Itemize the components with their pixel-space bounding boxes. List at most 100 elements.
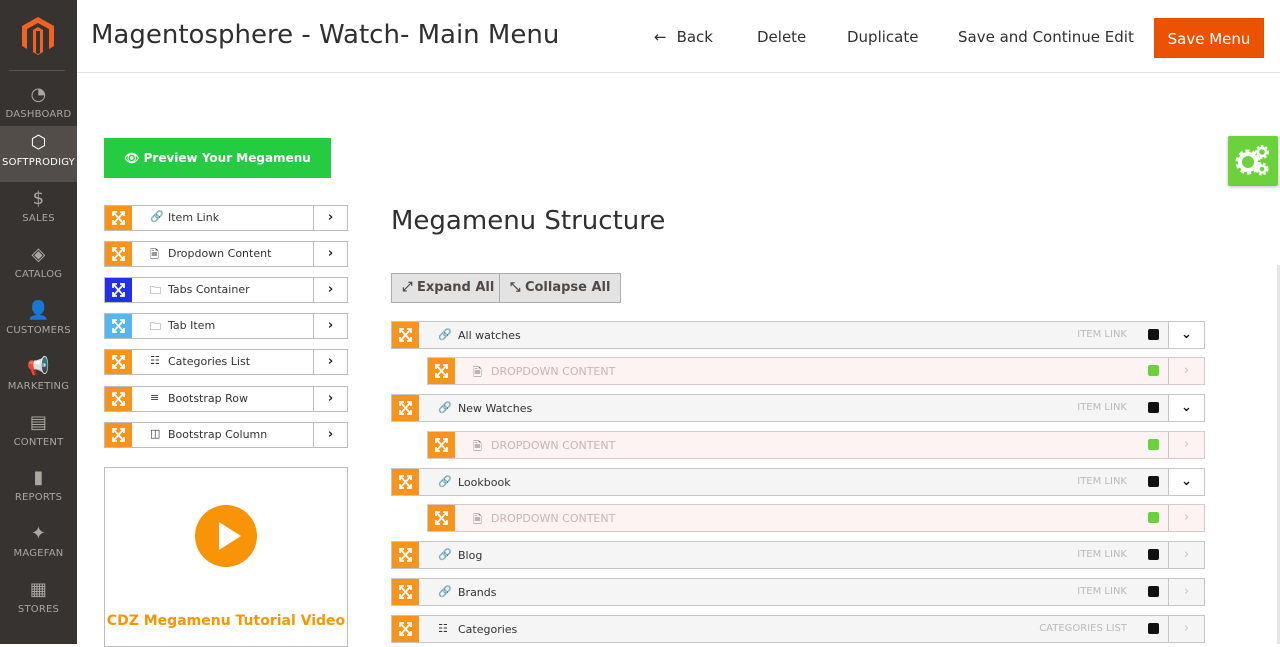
sidebar-item-sales[interactable]: $ SALES <box>0 182 77 238</box>
drag-handle-icon[interactable] <box>392 579 419 605</box>
row-label: DROPDOWN CONTENT <box>491 512 616 525</box>
chevron-right-icon[interactable]: › <box>1168 358 1204 384</box>
drag-handle-icon[interactable] <box>428 358 455 384</box>
chevron-right-icon[interactable]: › <box>313 242 347 266</box>
chevron-right-icon[interactable]: › <box>313 350 347 374</box>
edit-icon[interactable] <box>1148 402 1159 413</box>
tool-label: Bootstrap Column <box>168 428 268 441</box>
row-label: Lookbook <box>458 476 511 489</box>
sidebar-item-magefan[interactable]: ✦ MAGEFAN <box>0 517 77 573</box>
structure-row[interactable]: 🔗 Lookbook ITEM LINK ⌄ <box>391 468 1205 496</box>
preview-label: Preview Your Megamenu <box>143 151 311 165</box>
back-button[interactable]: ← Back <box>654 28 713 46</box>
chevron-right-icon[interactable]: › <box>1168 542 1204 568</box>
sidebar-item-stores[interactable]: ▦ STORES <box>0 573 77 629</box>
structure-row[interactable]: 🔗 New Watches ITEM LINK ⌄ <box>391 394 1205 422</box>
drag-handle-icon[interactable] <box>392 469 419 495</box>
chevron-right-icon[interactable]: › <box>313 387 347 411</box>
chevron-down-icon[interactable]: ⌄ <box>1168 469 1204 495</box>
dollar-icon: $ <box>32 188 45 209</box>
structure-row[interactable]: ☷ Categories CATEGORIES LIST › <box>391 615 1205 643</box>
play-icon[interactable] <box>195 505 257 567</box>
sidebar-item-label: CUSTOMERS <box>6 325 71 336</box>
sidebar-item-marketing[interactable]: 📢 MARKETING <box>0 350 77 406</box>
tool-tabs-container[interactable]: 🗀 Tabs Container › <box>104 277 348 303</box>
tool-bootstrap-row[interactable]: ≡ Bootstrap Row › <box>104 386 348 412</box>
edit-icon[interactable] <box>1148 329 1159 340</box>
drag-handle-icon[interactable] <box>392 322 419 348</box>
tool-categories-list[interactable]: ☷ Categories List › <box>104 349 348 375</box>
expand-all-button[interactable]: ⤢ Expand All <box>391 273 506 303</box>
tool-label: Bootstrap Row <box>168 392 248 405</box>
row-type-tag: ITEM LINK <box>1077 329 1127 340</box>
chevron-down-icon[interactable]: ⌄ <box>1168 395 1204 421</box>
drag-handle-icon[interactable] <box>428 432 455 458</box>
file-icon: 🗎 <box>150 248 159 261</box>
drag-handle-icon[interactable] <box>392 616 419 642</box>
settings-gear-icon[interactable] <box>1228 136 1278 186</box>
column-icon: ◫ <box>150 427 161 440</box>
edit-icon[interactable] <box>1148 512 1159 523</box>
structure-subrow[interactable]: 🗎 DROPDOWN CONTENT › <box>427 357 1205 385</box>
structure-subrow[interactable]: 🗎 DROPDOWN CONTENT › <box>427 431 1205 459</box>
drag-handle-icon[interactable] <box>105 278 132 302</box>
sidebar-item-label: CATALOG <box>14 269 63 280</box>
row-label: DROPDOWN CONTENT <box>491 365 616 378</box>
chevron-right-icon[interactable]: › <box>1168 432 1204 458</box>
tutorial-video-box[interactable]: CDZ Megamenu Tutorial Video <box>104 467 348 647</box>
drag-handle-icon[interactable] <box>105 423 132 447</box>
edit-icon[interactable] <box>1148 549 1159 560</box>
sidebar-item-catalog[interactable]: ◈ CATALOG <box>0 238 77 294</box>
duplicate-button[interactable]: Duplicate <box>847 28 918 46</box>
tool-bootstrap-column[interactable]: ◫ Bootstrap Column › <box>104 422 348 448</box>
edit-icon[interactable] <box>1148 476 1159 487</box>
drag-handle-icon[interactable] <box>105 314 132 338</box>
chevron-right-icon[interactable]: › <box>1168 579 1204 605</box>
drag-handle-icon[interactable] <box>105 387 132 411</box>
delete-button[interactable]: Delete <box>757 28 806 46</box>
link-icon: 🔗 <box>438 548 452 561</box>
chevron-right-icon[interactable]: › <box>313 423 347 447</box>
rows-icon: ≡ <box>150 391 160 404</box>
expand-icon: ⤢ <box>402 280 413 295</box>
sidebar-item-label: MARKETING <box>7 381 70 392</box>
save-and-continue-button[interactable]: Save and Continue Edit <box>958 28 1134 46</box>
eye-icon: 👁 <box>124 151 144 165</box>
magento-logo-icon[interactable] <box>22 17 54 55</box>
preview-megamenu-button[interactable]: 👁 Preview Your Megamenu <box>104 138 331 178</box>
tool-tab-item[interactable]: 🗀 Tab Item › <box>104 313 348 339</box>
structure-row[interactable]: 🔗 Blog ITEM LINK › <box>391 541 1205 569</box>
tool-item-link[interactable]: 🔗 Item Link › <box>104 205 348 231</box>
drag-handle-icon[interactable] <box>105 206 132 230</box>
sidebar-item-customers[interactable]: 👤 CUSTOMERS <box>0 294 77 350</box>
chevron-right-icon[interactable]: › <box>313 278 347 302</box>
chevron-down-icon[interactable]: ⌄ <box>1168 322 1204 348</box>
chevron-right-icon[interactable]: › <box>313 314 347 338</box>
save-menu-button[interactable]: Save Menu <box>1154 18 1264 58</box>
edit-icon[interactable] <box>1148 365 1159 376</box>
structure-row[interactable]: 🔗 Brands ITEM LINK › <box>391 578 1205 606</box>
drag-handle-icon[interactable] <box>105 350 132 374</box>
drag-handle-icon[interactable] <box>392 542 419 568</box>
structure-subrow[interactable]: 🗎 DROPDOWN CONTENT › <box>427 504 1205 532</box>
expand-all-label: Expand All <box>416 280 495 295</box>
edit-icon[interactable] <box>1148 623 1159 634</box>
video-title[interactable]: CDZ Megamenu Tutorial Video <box>105 613 347 629</box>
chevron-right-icon[interactable]: › <box>313 206 347 230</box>
edit-icon[interactable] <box>1148 439 1159 450</box>
chevron-right-icon[interactable]: › <box>1168 505 1204 531</box>
sidebar-item-content[interactable]: ▤ CONTENT <box>0 406 77 462</box>
magefan-icon: ✦ <box>30 523 47 544</box>
megaphone-icon: 📢 <box>27 356 50 377</box>
edit-icon[interactable] <box>1148 586 1159 597</box>
structure-row[interactable]: 🔗 All watches ITEM LINK ⌄ <box>391 321 1205 349</box>
sidebar-item-reports[interactable]: ▮ REPORTS <box>0 461 77 517</box>
drag-handle-icon[interactable] <box>105 242 132 266</box>
page-title: Magentosphere - Watch- Main Menu <box>91 20 560 50</box>
drag-handle-icon[interactable] <box>392 395 419 421</box>
collapse-all-button[interactable]: ⤡ Collapse All <box>499 273 622 303</box>
chevron-right-icon[interactable]: › <box>1168 616 1204 642</box>
sidebar-item-softprodigy[interactable]: ⬡ SOFTPRODIGY <box>0 126 77 182</box>
drag-handle-icon[interactable] <box>428 505 455 531</box>
tool-dropdown-content[interactable]: 🗎 Dropdown Content › <box>104 241 348 267</box>
